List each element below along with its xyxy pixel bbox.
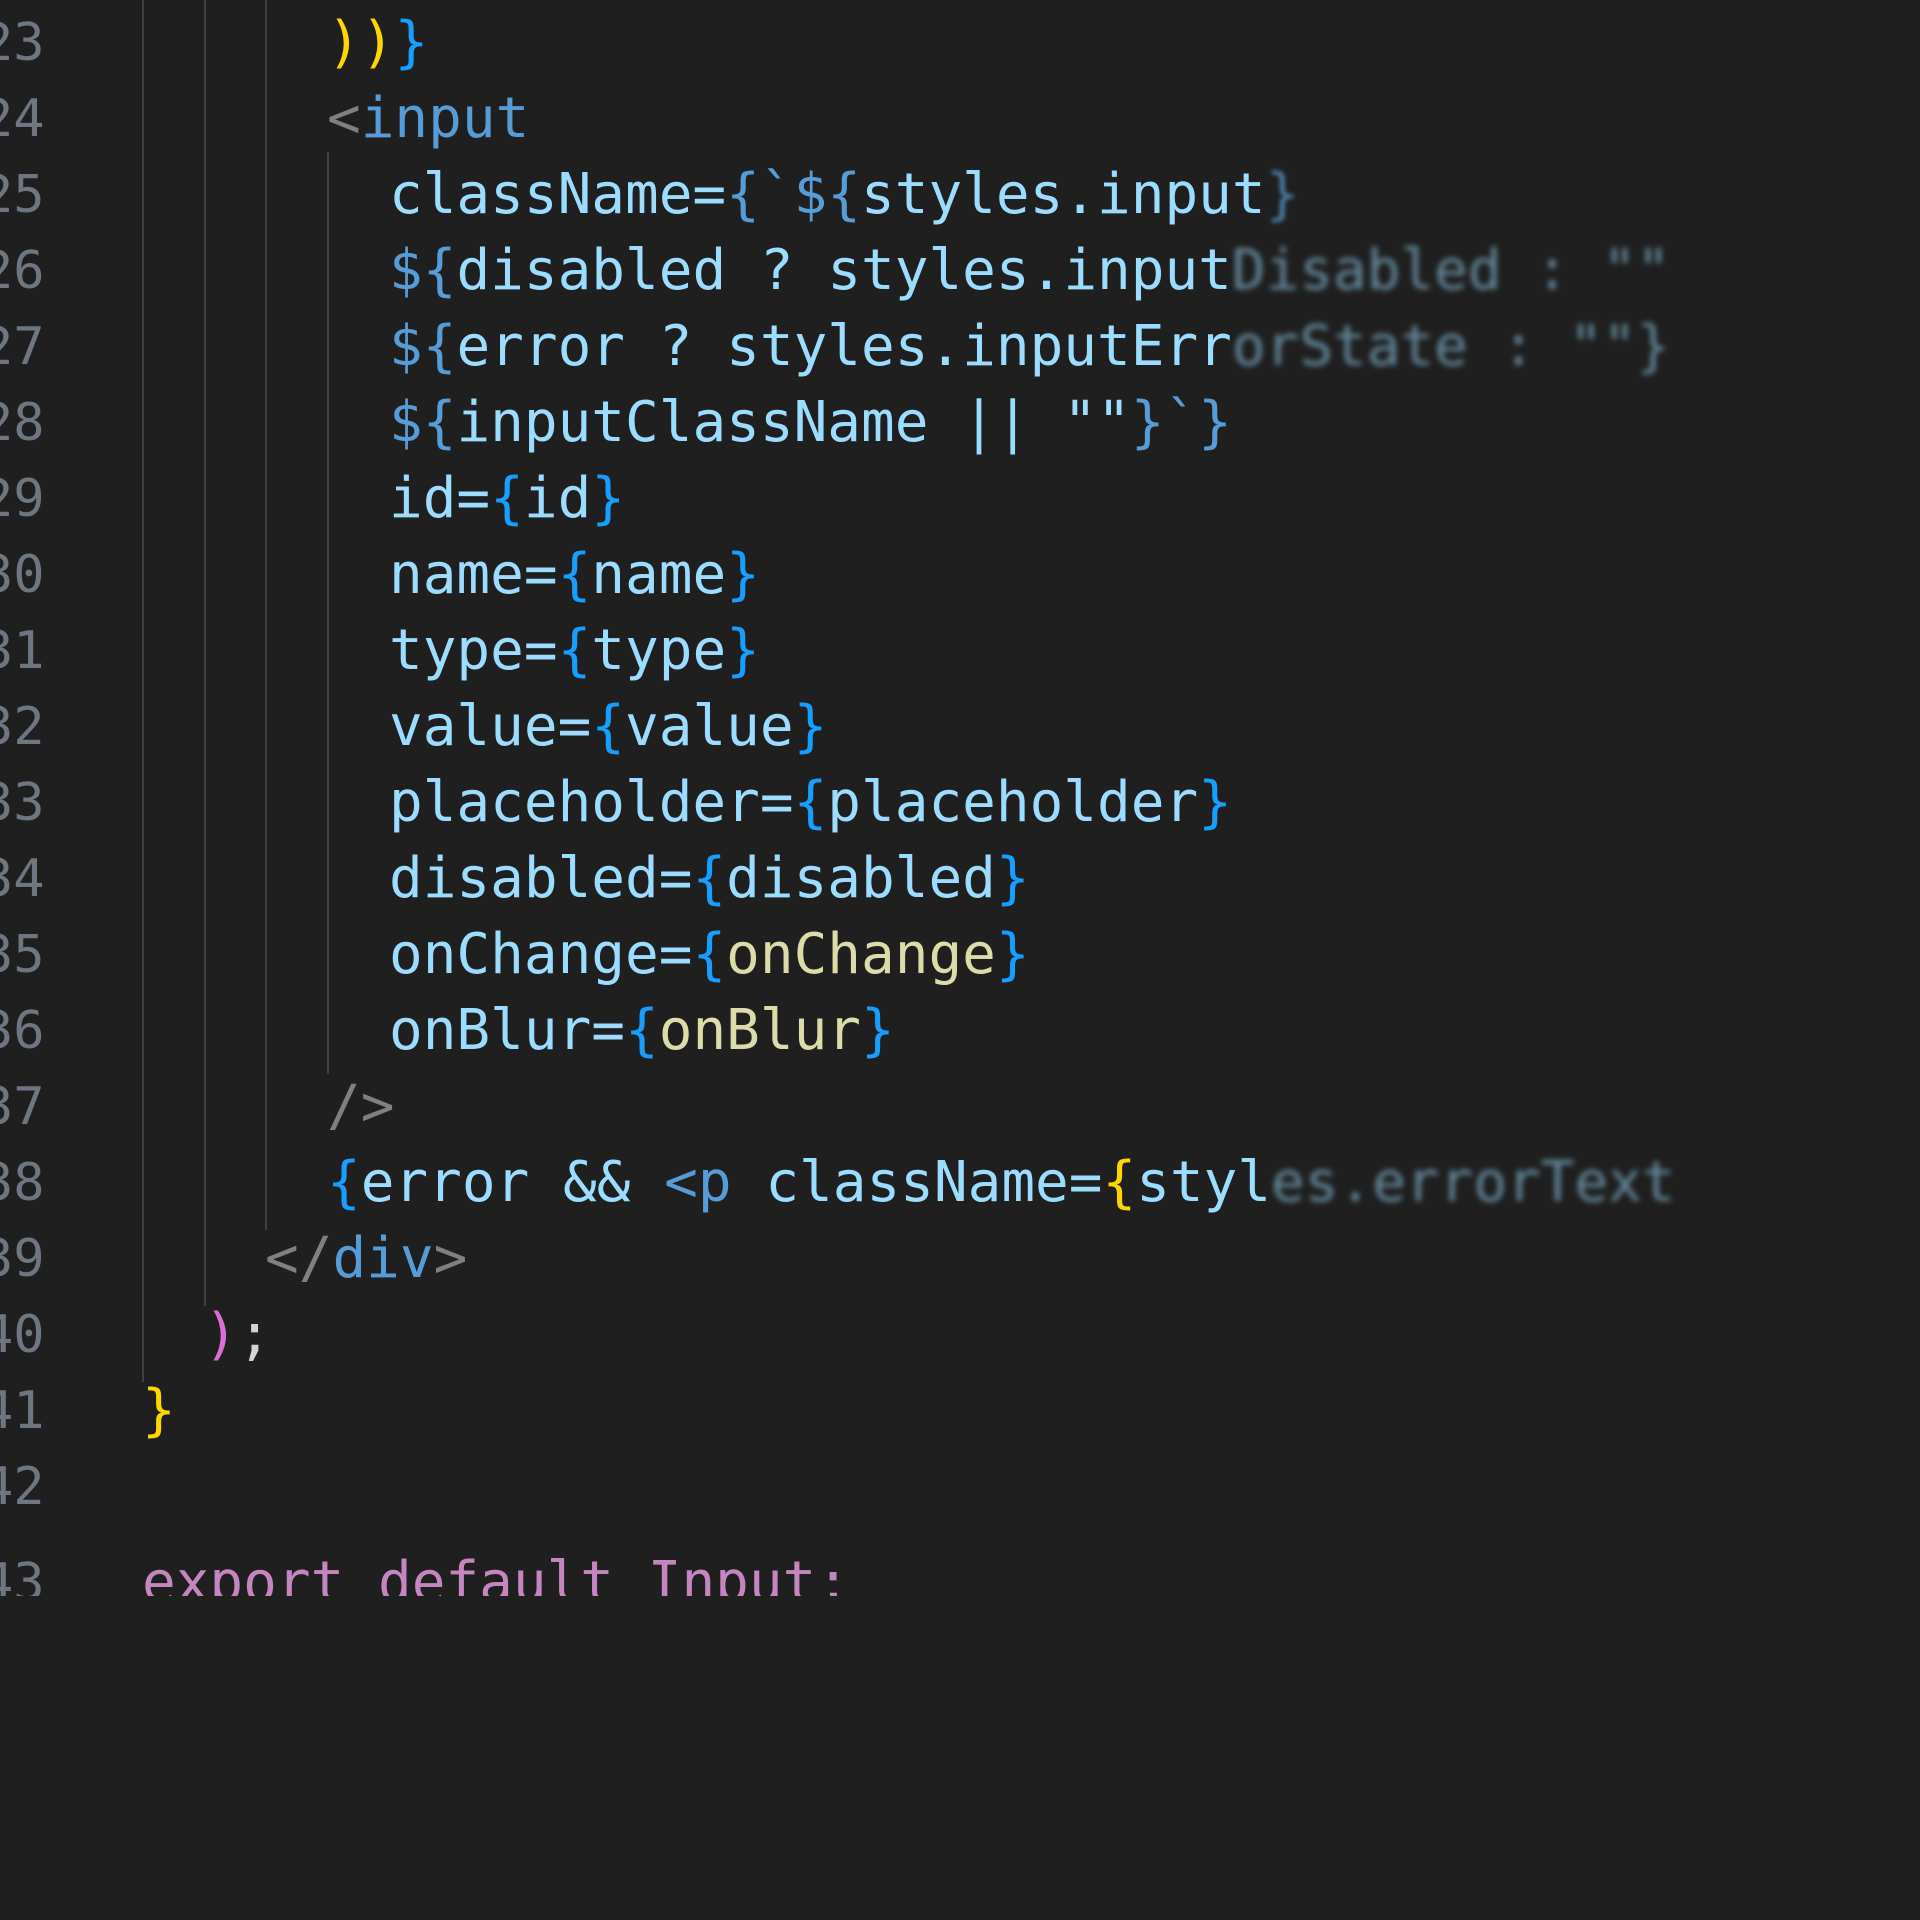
- code-editor[interactable]: 23 ))} 24 <input 25 className={`${styles…: [0, 0, 1920, 1920]
- code-line: 43 export default Input;: [0, 1536, 1920, 1596]
- code-line: 42: [0, 1440, 1920, 1534]
- line-code: export default Input;: [142, 1550, 851, 1596]
- line-number: 42: [0, 1457, 45, 1517]
- line-number: 43: [0, 1553, 45, 1596]
